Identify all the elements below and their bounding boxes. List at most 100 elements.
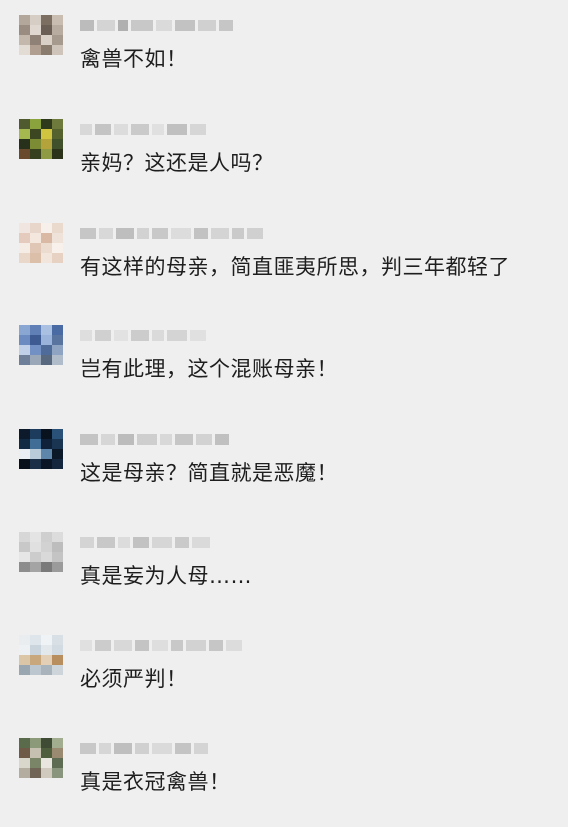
avatar-mosaic-cell	[30, 129, 41, 139]
comment-item: 岂有此理，这个混账母亲！	[0, 310, 568, 414]
comment-text: 岂有此理，这个混账母亲！	[80, 357, 338, 381]
avatar-mosaic-cell	[52, 223, 63, 233]
avatar-mosaic-cell	[19, 325, 30, 335]
nickname-mosaic-block	[118, 433, 134, 445]
nickname-mosaic-block	[95, 329, 111, 341]
avatar-mosaic-cell	[41, 119, 52, 129]
nickname-mosaic-block	[152, 742, 172, 754]
nickname-mosaic-block	[114, 123, 128, 135]
avatar-mosaic-cell	[19, 129, 30, 139]
nickname-mosaic-block	[97, 536, 115, 548]
avatar[interactable]	[19, 635, 63, 675]
avatar-mosaic-cell	[30, 542, 41, 552]
avatar[interactable]	[19, 738, 63, 778]
nickname-mosaic-block	[190, 123, 206, 135]
avatar-mosaic-cell	[30, 459, 41, 469]
avatar-mosaic-cell	[52, 439, 63, 449]
avatar-mosaic-cell	[19, 439, 30, 449]
avatar-mosaic-cell	[30, 439, 41, 449]
avatar-mosaic-cell	[30, 45, 41, 55]
avatar-mosaic-cell	[41, 655, 52, 665]
avatar-mosaic-cell	[52, 738, 63, 748]
nickname-mosaic-block	[160, 433, 172, 445]
avatar-mosaic-cell	[52, 25, 63, 35]
nickname-mosaic-block	[99, 742, 111, 754]
avatar-mosaic-cell	[19, 335, 30, 345]
nickname-mosaic-block	[80, 227, 96, 239]
avatar-mosaic-cell	[52, 542, 63, 552]
avatar-mosaic-cell	[41, 253, 52, 263]
nickname-mosaic-block	[80, 123, 92, 135]
nickname-mosaic-block	[209, 639, 223, 651]
nickname-blurred[interactable]	[80, 118, 206, 140]
avatar-mosaic-cell	[19, 562, 30, 572]
nickname-mosaic-block	[194, 742, 208, 754]
avatar-mosaic-cell	[30, 325, 41, 335]
avatar-mosaic-cell	[19, 345, 30, 355]
nickname-blurred[interactable]	[80, 531, 210, 553]
avatar-mosaic-cell	[41, 645, 52, 655]
avatar-mosaic-cell	[30, 532, 41, 542]
avatar-mosaic-cell	[30, 233, 41, 243]
nickname-mosaic-block	[80, 433, 98, 445]
nickname-blurred[interactable]	[80, 324, 206, 346]
avatar-mosaic-cell	[30, 149, 41, 159]
avatar-mosaic-cell	[52, 645, 63, 655]
nickname-mosaic-block	[131, 19, 153, 31]
avatar-mosaic-cell	[52, 758, 63, 768]
avatar-mosaic-cell	[19, 532, 30, 542]
nickname-mosaic-block	[152, 123, 164, 135]
avatar-mosaic-cell	[19, 542, 30, 552]
avatar-mosaic-cell	[19, 635, 30, 645]
avatar[interactable]	[19, 223, 63, 263]
nickname-mosaic-block	[101, 433, 115, 445]
avatar-mosaic-cell	[19, 233, 30, 243]
nickname-mosaic-block	[116, 227, 134, 239]
nickname-mosaic-block	[192, 536, 210, 548]
nickname-blurred[interactable]	[80, 428, 229, 450]
nickname-blurred[interactable]	[80, 634, 242, 656]
comment-item: 必须严判！	[0, 620, 568, 724]
nickname-mosaic-block	[152, 639, 168, 651]
avatar-mosaic-cell	[52, 45, 63, 55]
avatar-mosaic-cell	[30, 35, 41, 45]
nickname-blurred[interactable]	[80, 737, 208, 759]
avatar-mosaic-cell	[30, 335, 41, 345]
nickname-mosaic-block	[198, 19, 216, 31]
nickname-mosaic-block	[135, 639, 149, 651]
avatar-mosaic-cell	[41, 223, 52, 233]
nickname-blurred[interactable]	[80, 222, 263, 244]
avatar[interactable]	[19, 429, 63, 469]
avatar-mosaic-cell	[19, 459, 30, 469]
avatar-mosaic-cell	[52, 562, 63, 572]
avatar-mosaic-cell	[52, 552, 63, 562]
avatar-mosaic-cell	[19, 758, 30, 768]
avatar-mosaic-cell	[41, 45, 52, 55]
avatar-mosaic-cell	[30, 552, 41, 562]
nickname-mosaic-block	[131, 329, 149, 341]
nickname-mosaic-block	[135, 742, 149, 754]
avatar-mosaic-cell	[41, 429, 52, 439]
nickname-mosaic-block	[152, 329, 164, 341]
avatar[interactable]	[19, 532, 63, 572]
avatar-mosaic-cell	[52, 325, 63, 335]
avatar-mosaic-cell	[19, 15, 30, 25]
nickname-blurred[interactable]	[80, 14, 233, 36]
nickname-mosaic-block	[137, 433, 157, 445]
avatar-mosaic-cell	[30, 738, 41, 748]
avatar[interactable]	[19, 119, 63, 159]
comment-item: 真是衣冠禽兽！	[0, 723, 568, 827]
avatar[interactable]	[19, 15, 63, 55]
nickname-mosaic-block	[186, 639, 206, 651]
avatar-mosaic-cell	[19, 665, 30, 675]
nickname-mosaic-block	[196, 433, 212, 445]
avatar-mosaic-cell	[41, 15, 52, 25]
nickname-mosaic-block	[219, 19, 233, 31]
avatar[interactable]	[19, 325, 63, 365]
avatar-mosaic-cell	[19, 253, 30, 263]
avatar-mosaic-cell	[41, 738, 52, 748]
avatar-mosaic-cell	[41, 748, 52, 758]
avatar-mosaic-cell	[30, 655, 41, 665]
nickname-mosaic-block	[167, 329, 187, 341]
nickname-mosaic-block	[175, 536, 189, 548]
